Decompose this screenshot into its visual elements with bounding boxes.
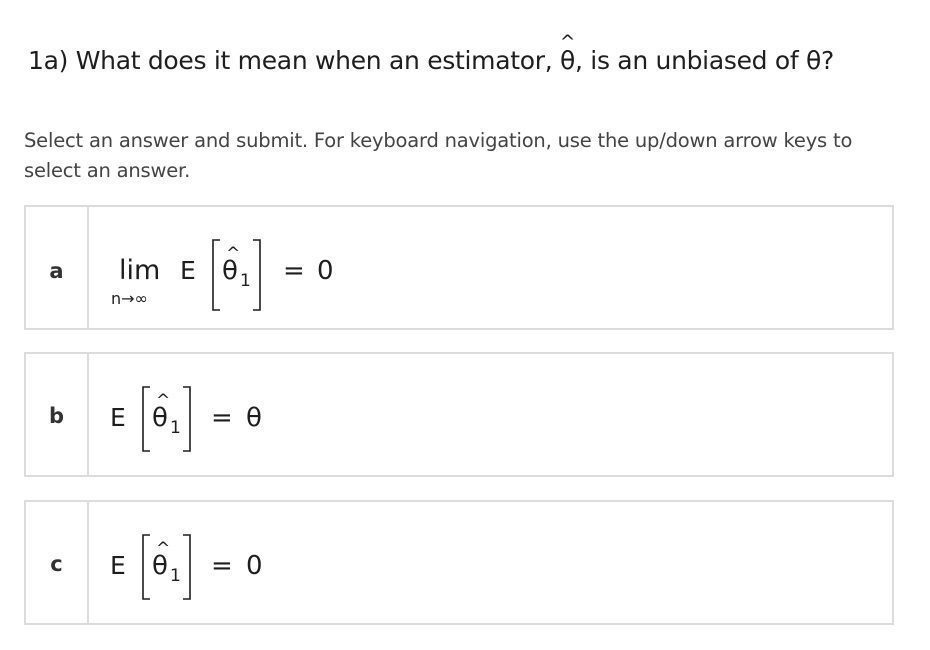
left-bracket [212, 239, 220, 311]
right-bracket [183, 386, 191, 452]
formula-svg: lim n→∞ E θ ^ 1 = 0 [111, 239, 334, 311]
rhs-value: 0 [246, 551, 263, 581]
formula-svg: E θ ^ 1 = 0 [110, 534, 263, 600]
expectation-symbol: E [110, 551, 126, 580]
formula-svg: E θ ^ 1 = θ [110, 386, 262, 452]
rhs-value: θ [246, 403, 262, 433]
subscript-one: 1 [170, 566, 181, 586]
answer-option-c[interactable]: c E θ ^ 1 = 0 [24, 500, 894, 625]
subscript-one: 1 [240, 271, 251, 291]
option-formula: lim n→∞ E θ ^ 1 = 0 [89, 207, 892, 328]
right-bracket [253, 239, 261, 311]
hat-accent: ^ [226, 244, 240, 264]
equals-sign: = [211, 403, 233, 433]
option-formula: E θ ^ 1 = θ [89, 354, 892, 475]
answer-option-a[interactable]: a lim n→∞ E θ ^ 1 = 0 [24, 205, 894, 330]
equals-sign: = [211, 551, 233, 581]
expectation-symbol: E [110, 403, 126, 432]
rhs-value: 0 [317, 256, 334, 286]
estimator-symbol: ^ θ [559, 32, 576, 75]
hat-accent: ^ [156, 391, 170, 411]
equals-sign: = [283, 256, 305, 286]
lim-text: lim [119, 255, 160, 286]
option-formula: E θ ^ 1 = 0 [89, 502, 892, 623]
answer-option-b[interactable]: b E θ ^ 1 = θ [24, 352, 894, 477]
subscript-one: 1 [170, 418, 181, 438]
right-bracket [183, 534, 191, 600]
question-text: 1a) What does it mean when an estimator,… [28, 32, 834, 75]
option-letter: c [50, 552, 63, 576]
instructions-text: Select an answer and submit. For keyboar… [24, 129, 853, 182]
hat-accent: ^ [156, 539, 170, 559]
option-letter: a [49, 259, 64, 283]
expectation-symbol: E [180, 256, 196, 285]
parameter-symbol: θ [806, 46, 822, 75]
left-bracket [142, 386, 150, 452]
left-bracket [142, 534, 150, 600]
lim-subscript: n→∞ [111, 289, 148, 308]
question-prefix: 1a) What does it mean when an estimator, [28, 46, 560, 75]
hat-accent: ^ [559, 32, 576, 54]
question-middle: , is an unbiased of [575, 46, 807, 75]
option-letter: b [48, 404, 65, 428]
question-suffix: ? [821, 46, 834, 75]
